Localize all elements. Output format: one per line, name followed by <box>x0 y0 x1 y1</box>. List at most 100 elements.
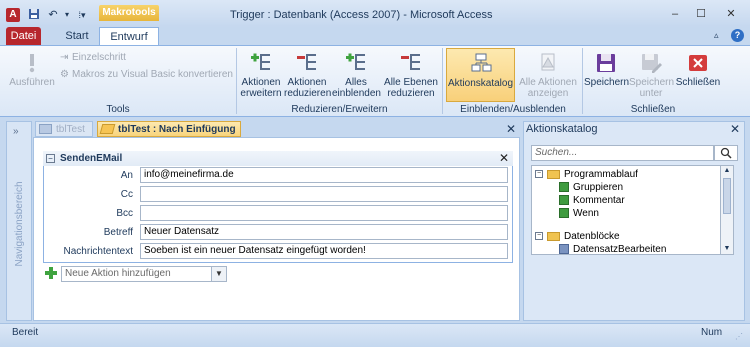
field-label-subject: Betreff <box>103 227 133 238</box>
step-icon: ⇥ <box>60 52 69 63</box>
plus-tree-icon <box>345 52 367 74</box>
scroll-down-icon[interactable]: ▼ <box>721 244 733 254</box>
tree-item-comment[interactable]: Kommentar <box>532 194 733 207</box>
scroll-up-icon[interactable]: ▲ <box>721 166 733 176</box>
catalog-icon <box>470 53 492 75</box>
folder-icon <box>547 169 560 179</box>
minus-tree-icon <box>400 52 422 74</box>
catalog-description-area <box>531 258 738 316</box>
show-all-label-1: Alles <box>345 77 367 88</box>
tree-group-label: Datenblöcke <box>564 231 620 242</box>
save-as-label-2: unter <box>639 88 663 99</box>
save-icon[interactable] <box>27 8 41 22</box>
close-document-icon[interactable]: ✕ <box>504 122 518 136</box>
tab-design[interactable]: Entwurf <box>99 27 159 46</box>
doc-tab-trigger[interactable]: tblTest : Nach Einfügung : <box>97 121 241 151</box>
qat-dropdown-icon[interactable]: ▾ <box>60 8 74 22</box>
delete-action-icon[interactable]: ✕ <box>498 152 510 164</box>
tree-item-edit-record[interactable]: DatensatzBearbeiten <box>532 243 733 254</box>
reduce-actions-button[interactable]: Aktionen reduzieren <box>284 52 332 99</box>
tree-item-group[interactable]: Gruppieren <box>532 181 733 194</box>
scroll-thumb[interactable] <box>723 178 731 214</box>
minimize-button[interactable]: – <box>664 6 686 22</box>
group-label-showhide: Einblenden/Ausblenden <box>460 104 566 115</box>
tree-item-if[interactable]: Wenn <box>532 207 733 220</box>
tree-group-data-blocks[interactable]: − Datenblöcke <box>532 230 733 243</box>
show-all-actions-label-1: Alle Aktionen <box>519 77 577 88</box>
reduce-actions-label-1: Aktionen <box>287 77 327 88</box>
reduce-all-label-1: Alle Ebenen <box>384 77 438 88</box>
field-label-bcc: Bcc <box>116 208 133 219</box>
field-bcc-input[interactable] <box>140 205 508 221</box>
add-action-icon <box>45 267 57 279</box>
doc-tab-tbltest[interactable]: tblTest <box>35 121 93 137</box>
tree-group-label: Programmablauf <box>564 169 638 180</box>
close-macro-label: Schließen <box>675 77 721 88</box>
run-label: Ausführen <box>9 77 55 88</box>
context-tab-label: Makrotools <box>99 5 159 21</box>
field-to-input[interactable]: info@meinefirma.de <box>140 167 508 183</box>
tree-item-label: Wenn <box>573 208 599 219</box>
show-all-actions-label-2: anzeigen <box>527 88 569 99</box>
save-as-button[interactable]: Speichern unter <box>629 52 674 99</box>
field-label-body: Nachrichtentext <box>63 246 133 257</box>
status-bar <box>0 323 750 347</box>
window-title: Trigger : Datenbank (Access 2007) - Micr… <box>230 9 493 21</box>
navigation-pane-label: Navigationsbereich <box>14 181 25 267</box>
collapse-icon[interactable]: − <box>46 154 55 163</box>
show-all-actions-button[interactable]: Alle Aktionen anzeigen <box>518 52 578 99</box>
show-all-button[interactable]: Alles einblenden <box>332 52 381 99</box>
resize-grip-icon[interactable]: ⋰ <box>735 332 743 341</box>
collapse-icon[interactable]: − <box>535 232 543 241</box>
reduce-actions-label-2: reduzieren <box>284 88 332 99</box>
status-text: Bereit <box>12 327 39 338</box>
expand-actions-label-2: erweitern <box>240 88 282 99</box>
tree-item-label: Gruppieren <box>573 182 624 193</box>
floppy-icon <box>595 52 617 74</box>
group-label-close: Schließen <box>630 104 676 115</box>
close-window-button[interactable]: ✕ <box>720 6 742 22</box>
folder-icon <box>547 231 560 241</box>
maximize-button[interactable]: ☐ <box>690 6 712 22</box>
field-cc-input[interactable] <box>140 186 508 202</box>
navigation-pane[interactable]: » Navigationsbereich <box>6 121 32 321</box>
catalog-tree[interactable]: − Programmablauf Gruppieren Kommentar Wen… <box>531 165 734 255</box>
action-catalog-label: Aktionskatalog <box>447 78 514 89</box>
convert-icon: ⚙ <box>60 69 69 80</box>
action-catalog-button[interactable]: Aktionskatalog <box>446 48 515 102</box>
reduce-all-button[interactable]: Alle Ebenen reduzieren <box>382 52 440 99</box>
data-block-icon <box>559 244 569 254</box>
help-icon[interactable]: ? <box>731 29 744 42</box>
expand-actions-label-1: Aktionen <box>241 77 281 88</box>
close-catalog-icon[interactable]: ✕ <box>728 122 742 136</box>
group-label-tools: Tools <box>106 104 130 115</box>
qat-customize-icon[interactable]: ⁞▾ <box>75 8 89 22</box>
ribbon-minimize-icon[interactable]: ▵ <box>714 30 724 42</box>
app-icon[interactable]: A <box>6 8 20 22</box>
field-subject-input[interactable]: Neuer Datensatz <box>140 224 508 240</box>
close-red-icon <box>687 52 709 74</box>
run-button[interactable]: Ausführen <box>8 52 56 88</box>
field-body-input[interactable]: Soeben ist ein neuer Datensatz eingefügt… <box>140 243 508 259</box>
collapse-icon[interactable]: − <box>535 170 543 179</box>
action-catalog-title: Aktionskatalog <box>526 123 598 135</box>
warning-doc-icon <box>537 52 559 74</box>
close-macro-button[interactable]: Schließen <box>675 52 721 88</box>
convert-button[interactable]: ⚙ Makros zu Visual Basic konvertieren <box>60 69 233 80</box>
tab-file[interactable]: Datei <box>6 27 41 46</box>
add-action-select[interactable]: Neue Aktion hinzufügen <box>61 266 227 282</box>
expand-actions-button[interactable]: Aktionen erweitern <box>238 52 284 99</box>
save-button[interactable]: Speichern <box>584 52 629 88</box>
chevron-down-icon[interactable]: ▼ <box>211 267 226 281</box>
undo-icon[interactable]: ↶ <box>46 8 60 22</box>
nav-pane-toggle-icon[interactable]: » <box>13 126 19 137</box>
search-icon[interactable] <box>714 145 738 161</box>
tree-group-program-flow[interactable]: − Programmablauf <box>532 168 733 181</box>
single-step-button[interactable]: ⇥ Einzelschritt <box>60 52 126 63</box>
tab-start[interactable]: Start <box>57 27 97 46</box>
catalog-search-input[interactable]: Suchen... <box>531 145 714 161</box>
green-action-icon <box>559 195 569 206</box>
run-icon <box>21 52 43 74</box>
catalog-scrollbar[interactable]: ▲ ▼ <box>720 165 734 255</box>
table-icon <box>39 124 52 134</box>
